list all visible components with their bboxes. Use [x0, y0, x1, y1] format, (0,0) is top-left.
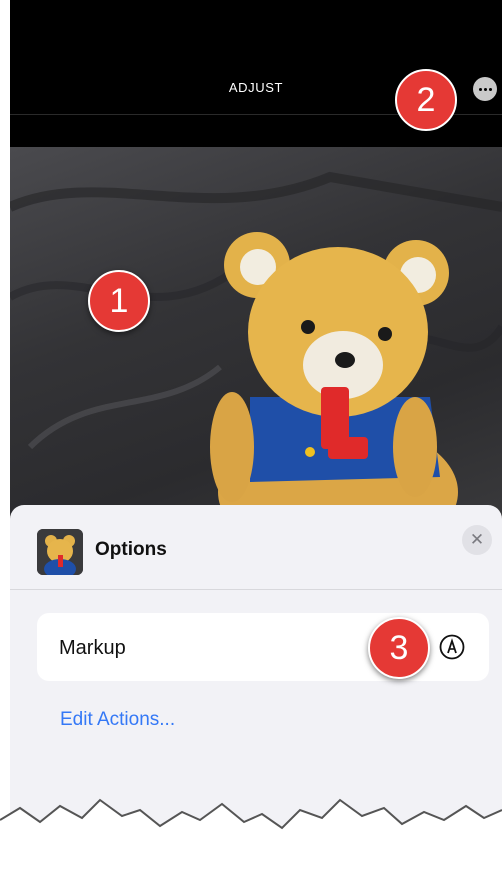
more-options-button[interactable]: [473, 77, 497, 101]
edit-actions-link[interactable]: Edit Actions...: [60, 709, 175, 731]
torn-paper-edge: [0, 798, 502, 872]
photo-thumbnail: [37, 529, 83, 575]
markup-label: Markup: [59, 637, 126, 659]
markup-pen-icon: [439, 634, 465, 660]
close-icon: ✕: [469, 530, 485, 549]
sheet-header: Options ✕: [10, 505, 502, 589]
photo-canvas[interactable]: [10, 147, 502, 527]
callout-badge-1: 1: [88, 270, 150, 332]
sheet-divider: [10, 589, 502, 590]
callout-badge-3: 3: [368, 617, 430, 679]
close-button[interactable]: ✕: [462, 525, 492, 555]
sheet-title: Options: [95, 539, 167, 560]
ellipsis-circle-icon: [478, 87, 482, 91]
callout-badge-2: 2: [395, 69, 457, 131]
teddy-bear-photo: [10, 171, 502, 527]
photo-editor-screen: ADJUST 1 2 Options ✕ Markup Edit Actions…: [10, 0, 502, 872]
